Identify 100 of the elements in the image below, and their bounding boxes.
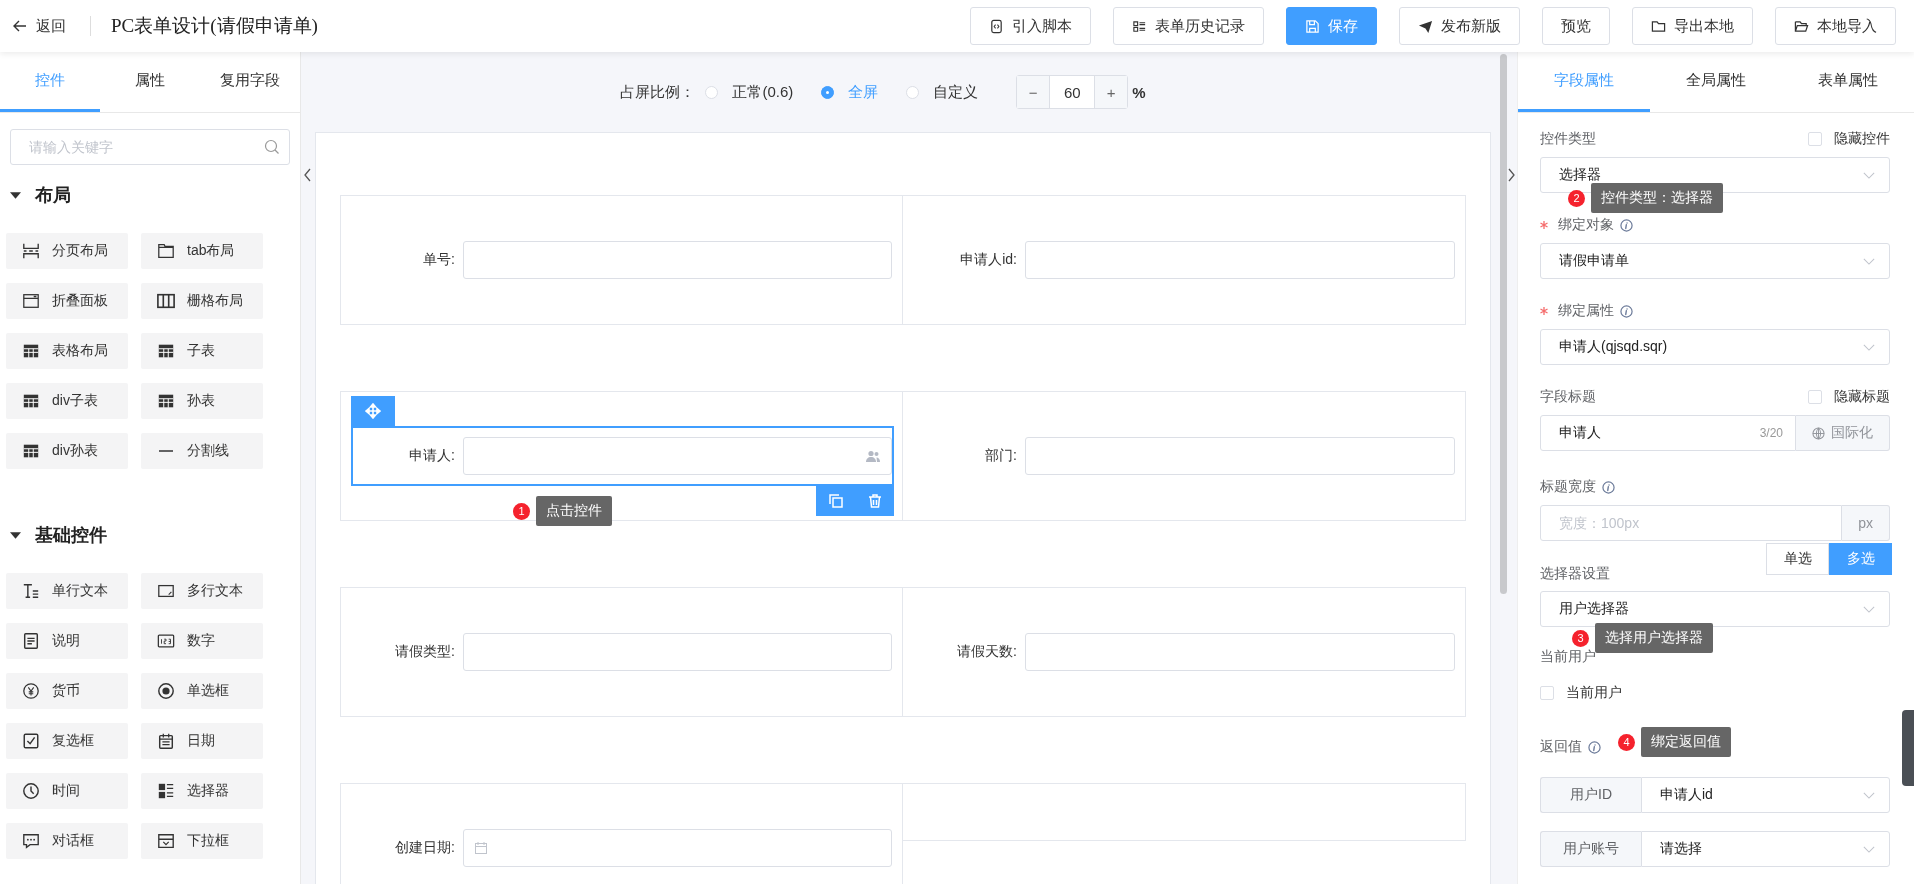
input-field[interactable]: 申请人 3/20 xyxy=(1540,415,1796,451)
number-stepper[interactable]: − 60 + xyxy=(1016,75,1129,109)
palette-label: 孙表 xyxy=(187,392,215,410)
palette-item[interactable]: 日期 xyxy=(141,723,263,759)
chevron-down-icon xyxy=(1863,343,1875,351)
property-label: 返回值 xyxy=(1540,738,1582,756)
search-icon xyxy=(264,139,280,155)
palette-item[interactable]: 折叠面板 xyxy=(6,283,128,319)
form-cell[interactable] xyxy=(903,783,1466,841)
page-layout-icon xyxy=(22,242,40,260)
palette-item[interactable]: 货币 xyxy=(6,673,128,709)
palette-item[interactable]: tab布局 xyxy=(141,233,263,269)
decrement-button[interactable]: − xyxy=(1017,76,1050,108)
palette-item[interactable]: 对话框 xyxy=(6,823,128,859)
input-field[interactable] xyxy=(1025,437,1455,475)
select-field[interactable]: 请选择 xyxy=(1641,831,1890,867)
checkbox[interactable] xyxy=(1540,686,1554,700)
tooltip: 选择用户选择器 xyxy=(1595,623,1713,653)
floating-handle[interactable] xyxy=(1902,710,1914,786)
palette-label: 日期 xyxy=(187,732,215,750)
select-field[interactable]: 申请人id xyxy=(1641,777,1890,813)
palette-item[interactable]: 子表 xyxy=(141,333,263,369)
chevron-right-icon[interactable] xyxy=(1507,168,1515,182)
radio-label: 全屏 xyxy=(848,82,879,102)
select-field[interactable]: 申请人(qjsqd.sqr) xyxy=(1540,329,1890,365)
panel-tab[interactable]: 复用字段 xyxy=(200,52,300,112)
palette-item[interactable]: 分页布局 xyxy=(6,233,128,269)
toolbar-button[interactable]: 本地导入 xyxy=(1775,7,1896,45)
toolbar-button[interactable]: 导出本地 xyxy=(1632,7,1753,45)
palette-item[interactable]: 数字 xyxy=(141,623,263,659)
panel-tab[interactable]: 表单属性 xyxy=(1782,52,1914,112)
chevron-left-icon[interactable] xyxy=(304,168,312,182)
toolbar-button[interactable]: 表单历史记录 xyxy=(1113,7,1264,45)
palette-item[interactable]: 多行文本 xyxy=(141,573,263,609)
form-cell[interactable]: 创建日期: xyxy=(340,783,903,884)
toolbar-button[interactable]: 预览 xyxy=(1542,7,1610,45)
palette-item[interactable]: 复选框 xyxy=(6,723,128,759)
input-field[interactable] xyxy=(463,633,892,671)
form-cell[interactable]: 单号: xyxy=(340,195,903,325)
form-cell[interactable]: 请假天数: xyxy=(903,587,1466,717)
info-icon xyxy=(1602,480,1615,494)
character-count: 3/20 xyxy=(1759,426,1783,440)
search-field[interactable]: 请输入关键字 xyxy=(10,129,290,165)
input-field[interactable]: 宽度：100px xyxy=(1540,505,1843,541)
toolbar-button[interactable]: 发布新版 xyxy=(1399,7,1520,45)
palette-item[interactable]: 单选框 xyxy=(141,673,263,709)
group-title: 布局 xyxy=(35,184,71,207)
property-label: 字段标题 xyxy=(1540,388,1596,406)
scrollbar[interactable] xyxy=(1500,54,1507,594)
select-field[interactable]: 请假申请单 xyxy=(1540,243,1890,279)
palette-item[interactable]: 孙表 xyxy=(141,383,263,419)
globe-icon xyxy=(1812,426,1825,440)
panel-tab[interactable]: 全局属性 xyxy=(1650,52,1782,112)
input-field[interactable] xyxy=(1025,241,1455,279)
delete-icon[interactable] xyxy=(866,493,883,509)
number-icon xyxy=(157,632,175,650)
group-header[interactable]: 基础控件 xyxy=(10,523,290,547)
palette-item[interactable]: 下拉框 xyxy=(141,823,263,859)
form-cell[interactable]: 部门: xyxy=(903,391,1466,521)
increment-button[interactable]: + xyxy=(1095,76,1128,108)
palette-item[interactable]: 分割线 xyxy=(141,433,263,469)
radio-label: 正常(0.6) xyxy=(732,82,794,102)
palette-item[interactable]: div孙表 xyxy=(6,433,128,469)
property-label: 绑定属性 xyxy=(1558,302,1614,320)
form-cell[interactable]: 请假类型: xyxy=(340,587,903,717)
move-handle[interactable] xyxy=(351,396,395,426)
input-field[interactable] xyxy=(463,241,892,279)
panel-tab[interactable]: 属性 xyxy=(100,52,200,112)
form-cell[interactable]: 申请人id: xyxy=(903,195,1466,325)
palette-item[interactable]: 表格布局 xyxy=(6,333,128,369)
checkbox-label: 隐藏标题 xyxy=(1834,388,1890,406)
copy-icon[interactable] xyxy=(827,493,844,509)
users-icon xyxy=(865,449,881,463)
tooltip: 控件类型：选择器 xyxy=(1591,183,1723,213)
required-mark-icon xyxy=(1540,221,1548,229)
triangle-down-icon xyxy=(10,529,21,541)
checkbox[interactable] xyxy=(1808,390,1822,404)
palette-item[interactable]: 时间 xyxy=(6,773,128,809)
palette-item[interactable]: 说明 xyxy=(6,623,128,659)
palette-item[interactable]: 选择器 xyxy=(141,773,263,809)
back-button[interactable]: 返回 xyxy=(8,12,70,40)
input-field[interactable] xyxy=(1025,633,1455,671)
input-field[interactable] xyxy=(463,437,892,475)
palette-item[interactable]: div子表 xyxy=(6,383,128,419)
input-field[interactable] xyxy=(463,829,892,867)
checkbox[interactable] xyxy=(1808,132,1822,146)
chevron-down-icon xyxy=(1863,845,1875,853)
mapping-name: 用户账号 xyxy=(1540,831,1641,867)
toolbar-button[interactable]: 引入脚本 xyxy=(970,7,1091,45)
line-icon xyxy=(159,450,173,452)
triangle-down-icon xyxy=(10,189,21,201)
chevron-down-icon xyxy=(1863,257,1875,265)
mode-toggle[interactable]: 单选 xyxy=(1766,543,1829,575)
palette-label: div孙表 xyxy=(52,442,98,460)
palette-item[interactable]: 单行文本 xyxy=(6,573,128,609)
palette-label: 栅格布局 xyxy=(187,292,243,310)
group-header[interactable]: 布局 xyxy=(10,183,290,207)
palette-item[interactable]: 栅格布局 xyxy=(141,283,263,319)
property-label: 控件类型 xyxy=(1540,130,1596,148)
radio-button[interactable] xyxy=(821,85,835,99)
